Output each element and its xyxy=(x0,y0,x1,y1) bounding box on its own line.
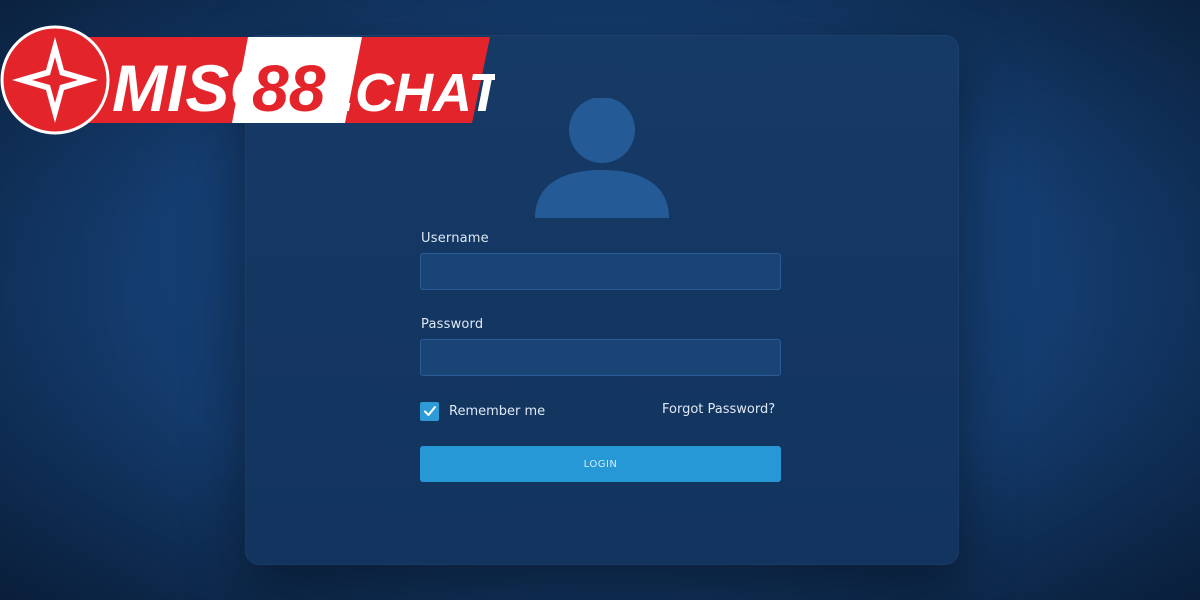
brand-logo: MISO 88 .CHAT xyxy=(0,25,495,135)
password-input[interactable] xyxy=(420,339,781,376)
remember-me-checkbox[interactable]: Remember me xyxy=(420,401,545,421)
forgot-password-link[interactable]: Forgot Password? xyxy=(662,402,775,417)
remember-me-label: Remember me xyxy=(449,403,546,419)
logo-word-88: 88 xyxy=(252,51,326,125)
checkmark-icon[interactable] xyxy=(420,401,439,421)
username-label: Username xyxy=(421,231,489,246)
logo-word-chat: .CHAT xyxy=(340,63,495,123)
user-icon xyxy=(535,98,669,218)
login-button[interactable]: LOGIN xyxy=(420,446,781,482)
username-input[interactable] xyxy=(420,253,781,290)
password-label: Password xyxy=(421,317,484,332)
